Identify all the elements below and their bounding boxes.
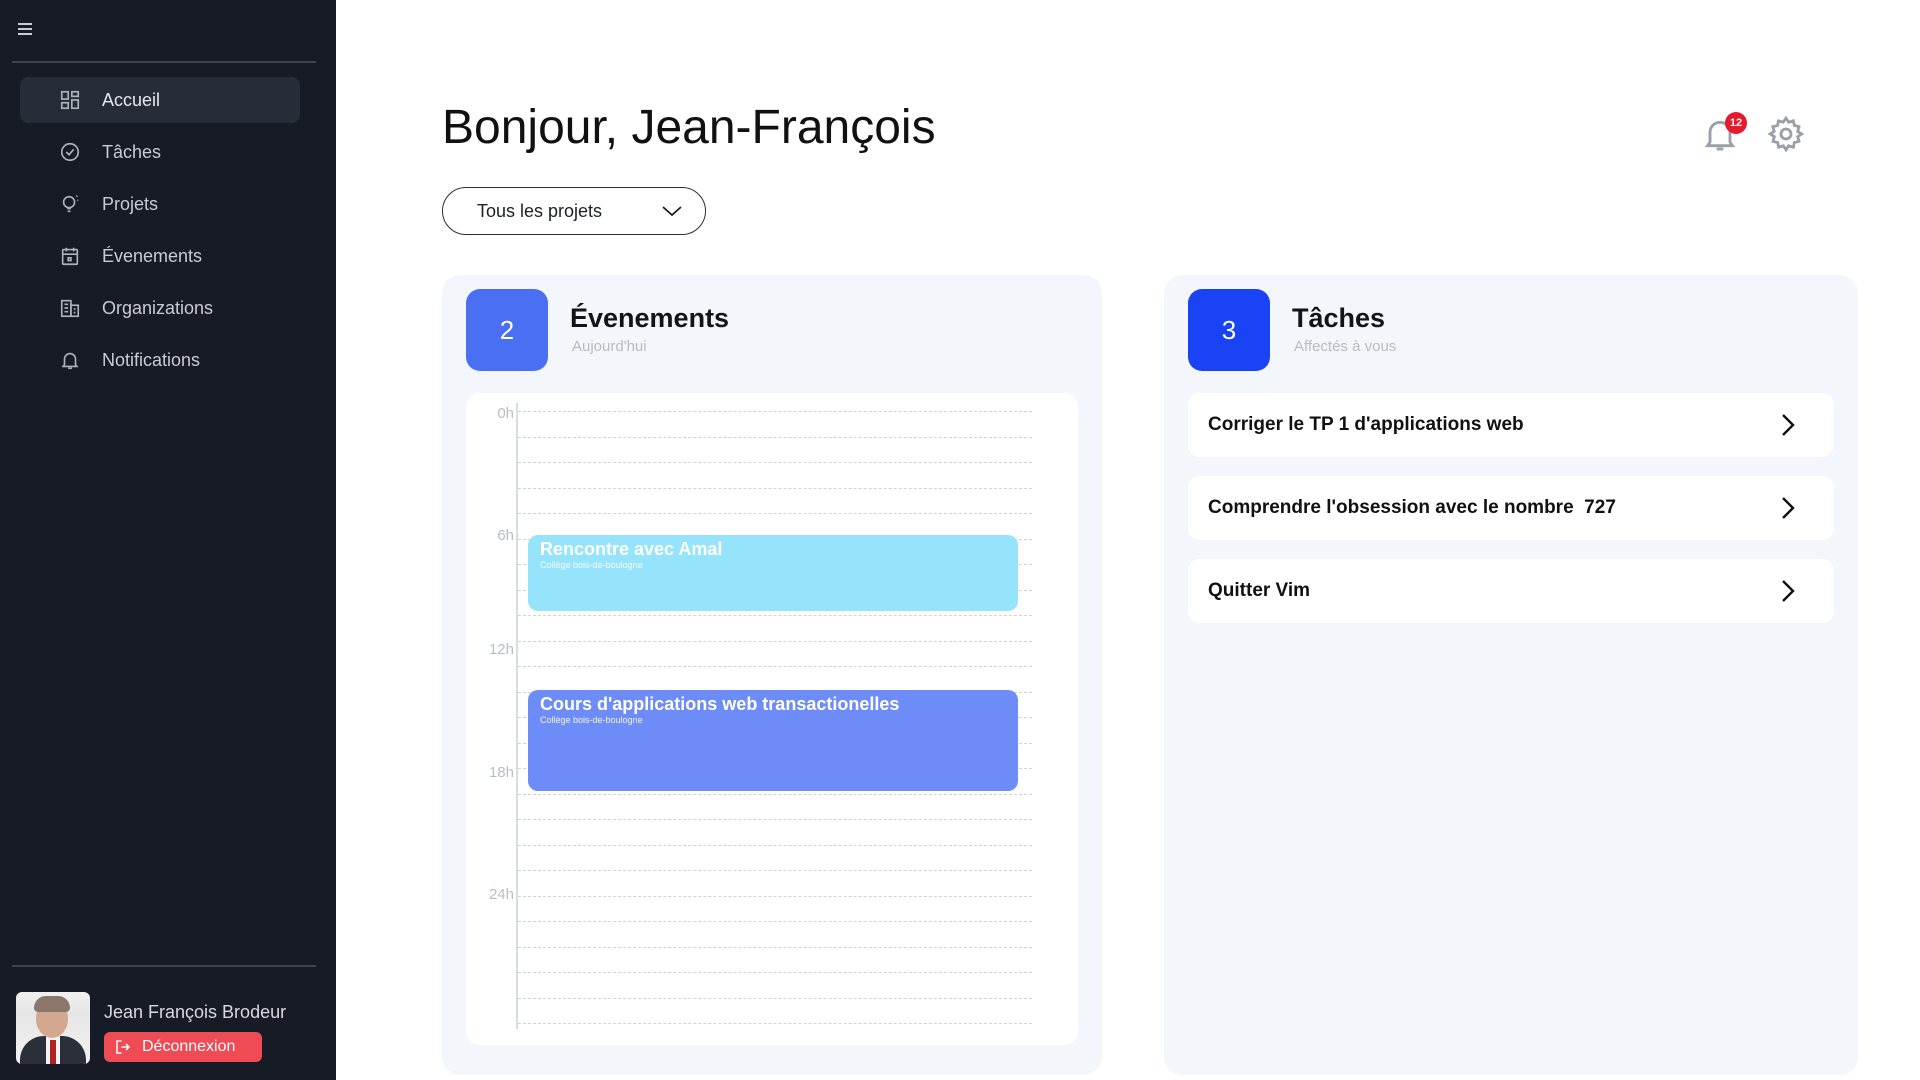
calendar-gridline [518,895,1032,897]
sidebar-item-projets[interactable]: Projets [20,181,300,227]
task-item[interactable]: Corriger le TP 1 d'applications web [1188,393,1834,457]
calendar-gridline [518,946,1032,948]
app-root: Accueil Tâches Projets Évenements Organi… [0,0,1920,1080]
check-circle-icon [58,140,82,164]
calendar-event[interactable]: Rencontre avec Amal Collège bois-de-boul… [528,535,1018,611]
calendar-gridline [518,819,1032,820]
sidebar-item-label: Évenements [102,245,203,266]
calendar-gridline [518,666,1032,667]
task-item[interactable]: Comprendre l'obsession avec le nombre 72… [1188,476,1834,540]
logout-icon [116,1040,131,1054]
chevron-right-icon [1778,495,1798,521]
calendar-gridline [518,436,1032,438]
hamburger-menu-icon[interactable] [18,20,36,40]
calendar-gridline [518,487,1032,489]
day-calendar: 0h 6h 12h 18h 24h Rencontre avec Amal Co… [466,393,1078,1045]
calendar-gridline [518,997,1032,999]
calendar-gridline [518,615,1032,616]
calendar-gridline [518,411,1032,412]
hour-label: 24h [488,886,514,903]
sidebar-item-notifications[interactable]: Notifications [20,337,300,383]
event-location: Collège bois-de-boulogne [540,715,643,725]
hour-label: 12h [488,641,514,658]
calendar-gridline [518,972,1032,973]
sidebar-divider [12,61,316,63]
calendar-gridline [518,513,1032,514]
sidebar-item-label: Accueil [102,89,161,110]
calendar-gridline [518,1023,1032,1024]
chevron-right-icon [1778,578,1798,604]
logout-label: Déconnexion [142,1038,236,1055]
page-title: Bonjour, Jean-François [442,101,936,154]
header-actions: 12 [1700,110,1810,160]
tasks-card: 3 Tâches Affectés à vous Corriger le TP … [1164,275,1858,1075]
sidebar-nav: Accueil Tâches Projets Évenements Organi… [20,77,300,389]
events-count: 2 [466,289,548,371]
tasks-subtitle: Affectés à vous [1294,338,1397,355]
hour-label: 0h [497,405,514,422]
user-panel: Jean François Brodeur Déconnexion [16,990,316,1066]
chevron-right-icon [1778,412,1798,438]
sidebar-item-label: Organizations [102,297,214,318]
dashboard-icon [58,88,82,112]
calendar-gridline [518,870,1032,871]
calendar-axis [516,403,518,1029]
task-list: Corriger le TP 1 d'applications web Comp… [1188,393,1834,642]
task-item[interactable]: Quitter Vim [1188,559,1834,623]
hour-label: 6h [497,527,514,544]
calendar-gridline [518,640,1032,642]
sidebar-divider [12,965,316,967]
sidebar-item-label: Projets [102,193,159,214]
events-card: 2 Évenements Aujourd'hui 0h 6h 12h 18h 2… [442,275,1102,1075]
calendar-gridline [518,793,1032,795]
sidebar-item-organizations[interactable]: Organizations [20,285,300,331]
chevron-down-icon [661,202,683,220]
tasks-title: Tâches [1292,303,1386,333]
user-name: Jean François Brodeur [104,1002,287,1022]
task-label: Corriger le TP 1 d'applications web [1208,414,1524,435]
sidebar-item-label: Notifications [102,349,201,370]
notification-badge: 12 [1725,112,1747,134]
sidebar-item-taches[interactable]: Tâches [20,129,300,175]
calendar-gridline [518,844,1032,846]
event-title: Cours d'applications web transactionelle… [540,694,900,714]
hour-label: 18h [488,764,514,781]
task-label: Comprendre l'obsession avec le nombre 72… [1208,497,1616,518]
sidebar-item-label: Tâches [102,141,162,162]
sidebar-item-accueil[interactable]: Accueil [20,77,300,123]
events-title: Évenements [570,303,730,333]
task-label: Quitter Vim [1208,580,1311,601]
event-location: Collège bois-de-boulogne [540,560,643,570]
lightbulb-icon [58,192,82,216]
calendar-icon [58,244,82,268]
sidebar: Accueil Tâches Projets Évenements Organi… [0,0,336,1080]
bell-icon [58,348,82,372]
avatar[interactable] [16,992,90,1064]
calendar-gridline [518,921,1032,922]
notifications-button[interactable]: 12 [1700,112,1747,156]
settings-button[interactable] [1766,114,1808,156]
project-filter-dropdown[interactable]: Tous les projets [442,187,706,235]
building-icon [58,296,82,320]
project-filter-value: Tous les projets [477,200,603,221]
calendar-event[interactable]: Cours d'applications web transactionelle… [528,690,1018,791]
events-subtitle: Aujourd'hui [572,338,647,355]
logout-button[interactable]: Déconnexion [104,1032,262,1062]
event-title: Rencontre avec Amal [540,539,723,559]
calendar-gridline [518,462,1032,463]
gear-icon [1767,115,1805,153]
tasks-count: 3 [1188,289,1270,371]
sidebar-item-evenements[interactable]: Évenements [20,233,300,279]
